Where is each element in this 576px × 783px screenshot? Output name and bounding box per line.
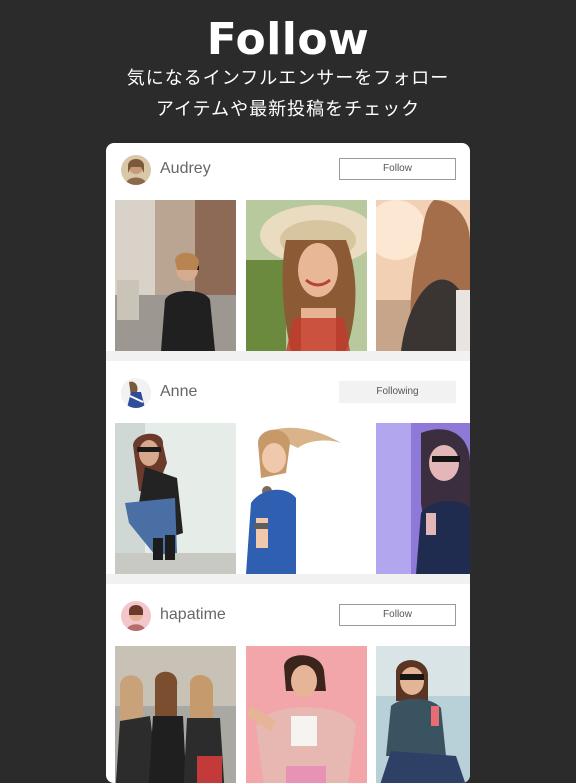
post-photo[interactable] <box>246 423 367 574</box>
user-section-anne: Anne Following <box>106 366 470 584</box>
post-photo[interactable] <box>246 646 367 783</box>
photo-row <box>115 423 470 574</box>
username[interactable]: Anne <box>160 382 197 402</box>
user-header: Audrey Follow <box>106 143 470 199</box>
post-photo[interactable] <box>115 646 236 783</box>
photo-row <box>115 646 470 783</box>
avatar-image <box>121 601 151 631</box>
pink-fur-photo <box>246 646 367 783</box>
hero-subtitle-line2: アイテムや最新投稿をチェック <box>155 99 421 120</box>
phone-feed-card: Audrey Follow Anne Following hapatime Fo… <box>106 143 470 783</box>
friends-photo <box>115 646 236 783</box>
post-photo[interactable] <box>376 646 470 783</box>
section-divider <box>106 574 470 584</box>
follow-button[interactable]: Follow <box>339 604 456 626</box>
blue-top-photo <box>246 423 367 574</box>
user-section-audrey: Audrey Follow <box>106 143 470 361</box>
purple-light-photo <box>376 423 470 574</box>
post-photo[interactable] <box>246 200 367 351</box>
username[interactable]: Audrey <box>160 159 211 179</box>
user-section-hapatime: hapatime Follow <box>106 589 470 783</box>
section-divider <box>106 351 470 361</box>
avatar-image <box>121 378 151 408</box>
user-header: Anne Following <box>106 366 470 422</box>
user-header: hapatime Follow <box>106 589 470 645</box>
hero-subtitle-line1: 気になるインフルエンサーをフォロー <box>126 68 450 89</box>
user-avatar[interactable] <box>121 155 151 185</box>
sunlight-back-photo <box>376 200 470 351</box>
white-wall-photo <box>115 423 236 574</box>
user-avatar[interactable] <box>121 378 151 408</box>
post-photo[interactable] <box>376 423 470 574</box>
user-avatar[interactable] <box>121 601 151 631</box>
photo-row <box>115 200 470 351</box>
username[interactable]: hapatime <box>160 605 226 625</box>
street-fashion-photo <box>115 200 236 351</box>
avatar-image <box>121 155 151 185</box>
post-photo[interactable] <box>115 200 236 351</box>
straw-hat-photo <box>246 200 367 351</box>
sitting-drink-photo <box>376 646 470 783</box>
post-photo[interactable] <box>376 200 470 351</box>
post-photo[interactable] <box>115 423 236 574</box>
following-button[interactable]: Following <box>339 381 456 403</box>
hero-title: Follow <box>206 14 370 65</box>
follow-button[interactable]: Follow <box>339 158 456 180</box>
